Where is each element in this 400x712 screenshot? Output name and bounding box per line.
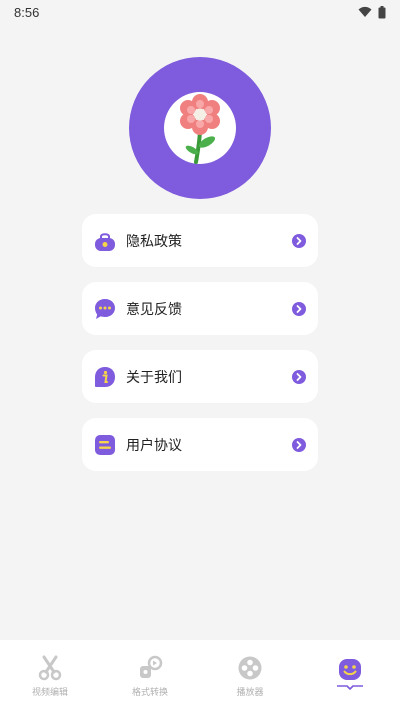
lock-bag-icon <box>95 232 115 251</box>
bottom-nav: 视频编辑 格式转换 播放器 <box>0 640 400 712</box>
smile-icon <box>337 659 363 690</box>
menu-item-label: 用户协议 <box>126 437 182 454</box>
menu-item-feedback[interactable]: 意见反馈 <box>82 282 318 335</box>
nav-item-player[interactable]: 播放器 <box>200 640 300 712</box>
nav-item-profile[interactable] <box>300 640 400 712</box>
wifi-icon <box>358 6 372 17</box>
menu-item-label: 关于我们 <box>126 369 182 386</box>
nav-item-video-edit[interactable]: 视频编辑 <box>0 640 100 712</box>
menu-item-label: 隐私政策 <box>126 233 182 250</box>
chevron-right-icon <box>292 369 306 384</box>
convert-icon <box>140 655 163 678</box>
menu-item-user-agreement[interactable]: 用户协议 <box>82 418 318 471</box>
menu-item-about-us[interactable]: 关于我们 <box>82 350 318 403</box>
scissors-icon <box>38 655 62 680</box>
chevron-right-icon <box>292 233 306 248</box>
avatar <box>129 57 271 199</box>
nav-label: 格式转换 <box>131 687 168 698</box>
avatar-inner <box>164 92 236 164</box>
status-icons <box>358 5 386 19</box>
menu-item-privacy-policy[interactable]: 隐私政策 <box>82 214 318 267</box>
status-bar: 8:56 <box>0 0 400 24</box>
film-reel-icon <box>238 656 262 679</box>
settings-menu: 隐私政策 意见反馈 关于我们 用户协议 <box>82 214 318 486</box>
status-time: 8:56 <box>14 4 40 20</box>
chevron-right-icon <box>292 437 306 452</box>
menu-item-label: 意见反馈 <box>126 301 182 318</box>
flower-icon <box>180 94 220 164</box>
chat-bubble-icon <box>95 298 115 319</box>
document-icon <box>95 434 115 455</box>
nav-label: 视频编辑 <box>31 687 68 698</box>
nav-label: 播放器 <box>236 687 264 698</box>
chevron-right-icon <box>292 301 306 316</box>
battery-icon <box>378 5 386 18</box>
info-icon <box>95 366 115 387</box>
nav-item-format-convert[interactable]: 格式转换 <box>100 640 200 712</box>
